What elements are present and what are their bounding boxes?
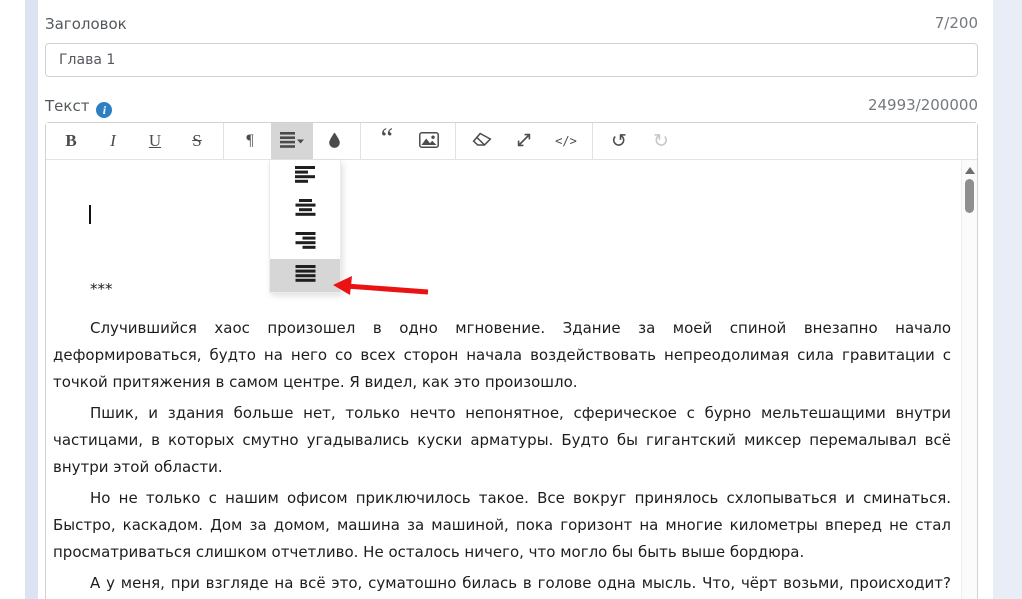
scene-divider: ***: [90, 280, 113, 298]
align-right-icon: [295, 232, 316, 253]
paragraph: Но не только с нашим офисом приключилось…: [53, 489, 951, 561]
align-dropdown-button[interactable]: [271, 123, 313, 159]
align-left-icon: [294, 166, 316, 187]
image-button[interactable]: [408, 123, 450, 159]
eraser-icon: [472, 132, 492, 150]
title-input[interactable]: [45, 43, 978, 77]
bold-button[interactable]: B: [50, 123, 92, 159]
source-code-button[interactable]: </>: [545, 123, 587, 159]
chapter-form: Заголовок 7/200 Текстi 24993/200000 B I …: [45, 0, 978, 599]
page: Заголовок 7/200 Текстi 24993/200000 B I …: [0, 0, 1022, 599]
italic-button[interactable]: I: [92, 123, 134, 159]
text-label: Текст: [45, 97, 90, 115]
editor-toolbar: B I U S ¶ “ </> ↺ ↻: [46, 123, 977, 160]
title-counter: 7/200: [934, 14, 978, 32]
align-right-option[interactable]: [270, 226, 340, 259]
quote-icon: “: [380, 123, 394, 154]
title-label: Заголовок: [45, 15, 127, 33]
align-icon: [280, 131, 304, 151]
scrollbar-thumb[interactable]: [965, 179, 974, 213]
align-center-option[interactable]: [270, 193, 340, 226]
eraser-button[interactable]: [461, 123, 503, 159]
paragraph: Случившийся хаос произошел в одно мгнове…: [53, 319, 951, 391]
scroll-up-arrow[interactable]: [964, 167, 975, 174]
underline-button[interactable]: U: [134, 123, 176, 159]
editor-scrollbar[interactable]: [961, 160, 977, 599]
align-center-icon: [295, 199, 316, 220]
expand-icon: [516, 132, 532, 151]
justify-icon: [295, 265, 316, 286]
toolbar-separator: [592, 123, 593, 159]
strikethrough-button[interactable]: S: [176, 123, 218, 159]
info-icon[interactable]: i: [96, 102, 113, 118]
paragraph: А у меня, при взгляде на всё это, сумато…: [90, 574, 951, 592]
blockquote-button[interactable]: “: [366, 123, 408, 159]
text-editor: B I U S ¶ “ </> ↺ ↻ *** Случившийся хаос…: [45, 122, 978, 599]
editor-content[interactable]: *** Случившийся хаос произошел в одно мг…: [46, 160, 961, 599]
fullsize-button[interactable]: [503, 123, 545, 159]
paragraph: Пшик, и здания больше нет, только нечто …: [53, 404, 951, 476]
undo-button[interactable]: ↺: [598, 123, 640, 159]
image-icon: [419, 131, 439, 151]
text-cursor: [89, 205, 91, 224]
right-gutter: [993, 0, 1022, 599]
left-gutter: [25, 0, 38, 599]
toolbar-separator: [455, 123, 456, 159]
align-left-option[interactable]: [270, 160, 340, 193]
paragraph-button[interactable]: ¶: [229, 123, 271, 159]
align-dropdown-menu: [269, 160, 341, 293]
redo-button: ↻: [640, 123, 682, 159]
toolbar-separator: [360, 123, 361, 159]
color-button[interactable]: [313, 123, 355, 159]
text-counter: 24993/200000: [867, 96, 978, 114]
droplet-icon: [328, 132, 341, 151]
toolbar-separator: [223, 123, 224, 159]
justify-option[interactable]: [270, 259, 340, 292]
